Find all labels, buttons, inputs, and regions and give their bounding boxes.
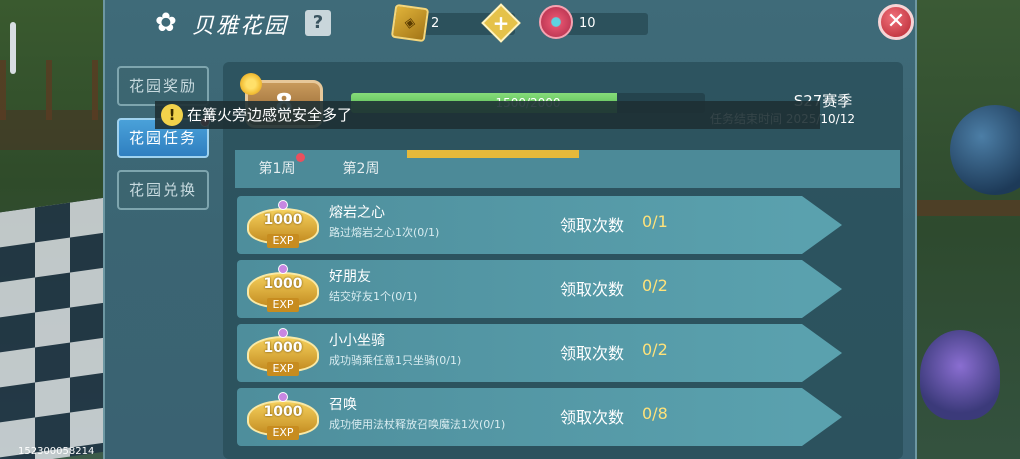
claim-count: 0/1	[642, 212, 668, 231]
white-post	[10, 22, 16, 74]
task-name: 小小坐骑	[329, 333, 385, 349]
add-button[interactable]: +	[481, 3, 521, 43]
task-row-bg	[237, 388, 802, 446]
tab-garden-exchange[interactable]: 花园兑换	[117, 170, 209, 210]
gem-icon	[278, 264, 288, 274]
warning-icon: !	[161, 104, 183, 126]
ticket-count: 2	[431, 16, 440, 31]
gold-ticket-icon: ◈	[390, 3, 430, 43]
claim-count: 0/2	[642, 340, 668, 359]
task-name: 熔岩之心	[329, 205, 385, 221]
claim-count: 0/2	[642, 276, 668, 295]
task-desc: 路过熔岩之心1次(0/1)	[329, 226, 440, 239]
tab-label: 花园兑换	[128, 181, 197, 199]
task-row[interactable]: 1000 EXP 小小坐骑 成功骑乘任意1只坐骑(0/1) 领取次数 0/2	[237, 324, 907, 382]
tab-label: 花园奖励	[128, 77, 197, 95]
task-row[interactable]: 1000 EXP 熔岩之心 路过熔岩之心1次(0/1) 领取次数 0/1	[237, 196, 907, 254]
title-bar: ✿ 贝雅花园 ? 2 ◈ + 10 ✕	[105, 0, 915, 48]
week-label: 第2周	[342, 161, 380, 177]
exp-value: 1000	[263, 404, 303, 420]
task-row[interactable]: 1000 EXP 好朋友 结交好友1个(0/1) 领取次数 0/2	[237, 260, 907, 318]
exp-reward-badge: 1000 EXP	[245, 264, 321, 316]
tab-label: 花园任务	[128, 129, 197, 147]
fence-right	[910, 200, 1020, 216]
task-name: 好朋友	[329, 269, 371, 285]
gem-icon	[278, 200, 288, 210]
exp-tag: EXP	[267, 234, 299, 248]
task-row-bg	[237, 260, 802, 318]
task-row[interactable]: 1000 EXP 召唤 成功使用法杖释放召唤魔法1次(0/1) 领取次数 0/8	[237, 388, 907, 446]
exp-value: 1000	[263, 276, 303, 292]
task-row-bg	[237, 324, 802, 382]
flower-gem-icon	[539, 5, 573, 39]
tab-week-active[interactable]	[407, 150, 579, 158]
gem-icon	[278, 392, 288, 402]
task-desc: 成功使用法杖释放召唤魔法1次(0/1)	[329, 418, 506, 431]
task-desc: 结交好友1个(0/1)	[329, 290, 418, 303]
gem-count: 10	[579, 16, 596, 31]
tab-week-2[interactable]: 第2周	[319, 150, 403, 188]
task-name: 召唤	[329, 397, 357, 413]
week-label: 第1周	[258, 161, 296, 177]
claim-label: 领取次数	[560, 344, 625, 363]
task-row-bg	[237, 196, 802, 254]
toast-text: 在篝火旁边感觉安全多了	[187, 106, 353, 124]
notification-dot	[296, 153, 305, 162]
toast-message: ! 在篝火旁边感觉安全多了	[155, 101, 820, 129]
exp-reward-badge: 1000 EXP	[245, 392, 321, 444]
exp-reward-badge: 1000 EXP	[245, 200, 321, 252]
plus-icon: +	[492, 11, 510, 35]
task-row-arrow	[802, 196, 842, 254]
help-button[interactable]: ?	[305, 10, 331, 36]
giant-flower	[920, 330, 1000, 420]
claim-label: 领取次数	[560, 280, 625, 299]
claim-label: 领取次数	[560, 216, 625, 235]
garden-panel: ✿ 贝雅花园 ? 2 ◈ + 10 ✕ 花园奖励 花园任务 花园兑换 8 150…	[103, 0, 917, 459]
panel-title: 贝雅花园	[192, 14, 289, 39]
task-row-arrow	[802, 388, 842, 446]
week-tabs: 第1周 第2周	[235, 150, 900, 188]
close-button[interactable]: ✕	[878, 4, 914, 40]
claim-label: 领取次数	[560, 408, 625, 427]
tab-garden-rewards[interactable]: 花园奖励	[117, 66, 209, 106]
exp-value: 1000	[263, 340, 303, 356]
player-id: 152300058214	[18, 446, 95, 457]
exp-tag: EXP	[267, 298, 299, 312]
tab-week-1[interactable]: 第1周	[235, 150, 319, 188]
claim-count: 0/8	[642, 404, 668, 423]
gem-icon	[278, 328, 288, 338]
exp-value: 1000	[263, 212, 303, 228]
task-row-arrow	[802, 260, 842, 318]
checker-floor	[0, 197, 105, 459]
exp-tag: EXP	[267, 426, 299, 440]
task-desc: 成功骑乘任意1只坐骑(0/1)	[329, 354, 462, 367]
task-row-arrow	[802, 324, 842, 382]
exp-tag: EXP	[267, 362, 299, 376]
exp-reward-badge: 1000 EXP	[245, 328, 321, 380]
flower-icon: ✿	[155, 8, 177, 38]
